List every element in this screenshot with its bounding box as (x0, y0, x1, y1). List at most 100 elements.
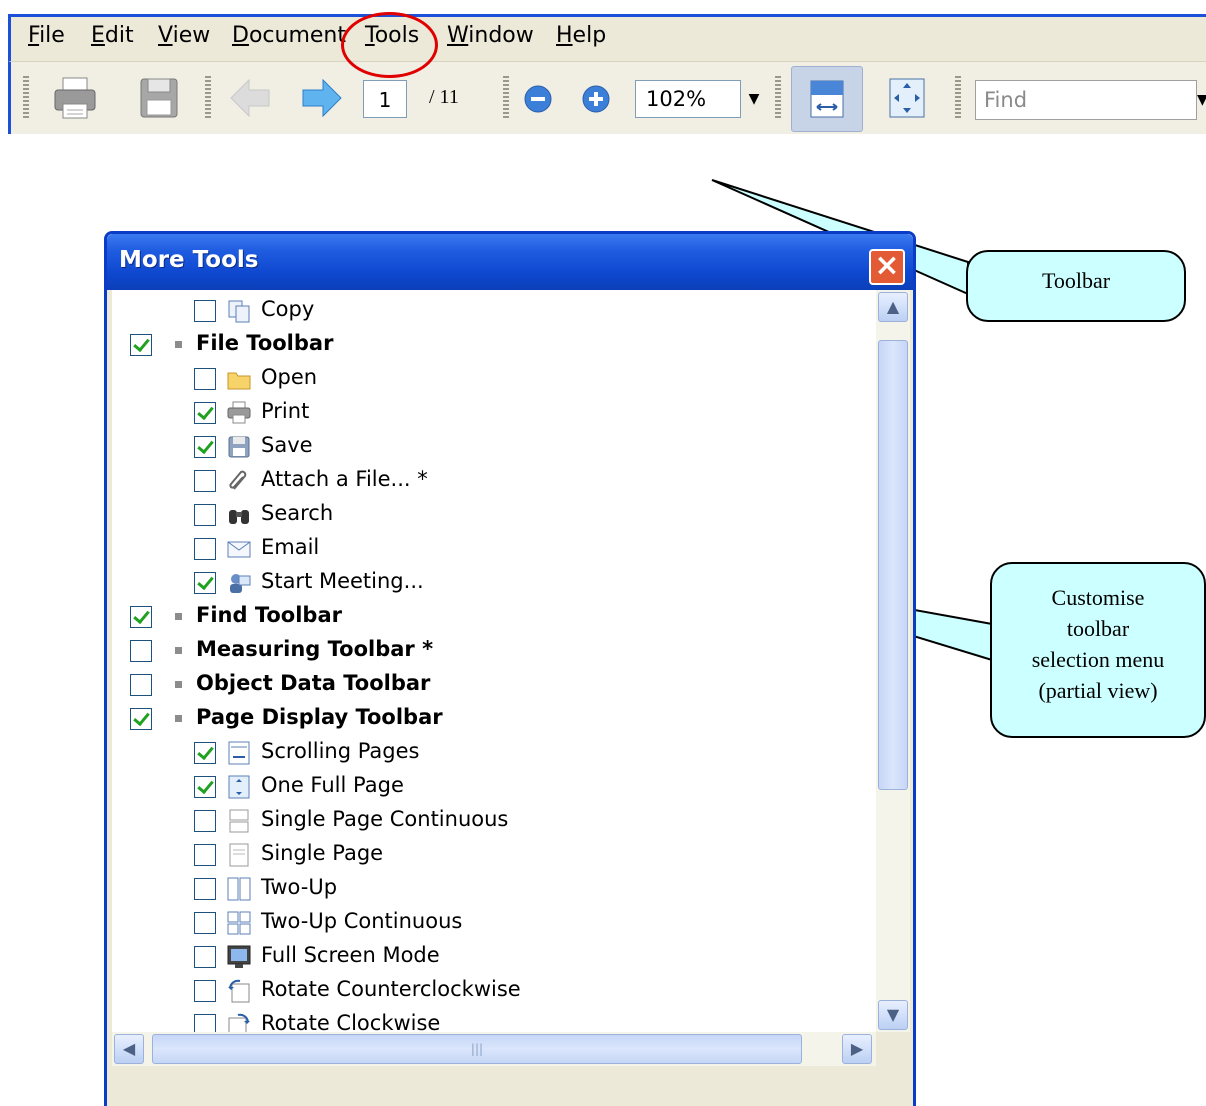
item-checkbox[interactable] (194, 912, 216, 934)
scrolling-pages-icon (228, 741, 250, 765)
square-bullet-icon (175, 613, 182, 620)
horizontal-scroll-thumb[interactable]: ||| (152, 1034, 802, 1064)
item-label: Two-Up Continuous (261, 909, 463, 933)
email-icon (227, 541, 251, 558)
list-item[interactable]: Object Data Toolbar (112, 668, 872, 702)
item-checkbox[interactable] (130, 334, 152, 356)
chevron-left-icon: ◀ (122, 1039, 136, 1058)
item-label: Rotate Clockwise (261, 1011, 441, 1032)
item-label: Single Page (261, 841, 384, 865)
list-item[interactable]: Start Meeting... (112, 566, 872, 600)
meeting-icon (230, 574, 251, 593)
customise-callout-line: (partial view) (1038, 678, 1158, 703)
item-label: Open (261, 365, 318, 389)
item-label: Print (261, 399, 310, 423)
dialog-title-bar[interactable]: More Tools × (107, 234, 913, 290)
item-label: Object Data Toolbar (196, 671, 431, 695)
list-item[interactable]: Two-Up (112, 872, 872, 906)
chevron-up-icon: ▲ (886, 297, 900, 316)
vertical-scroll-thumb[interactable] (878, 340, 908, 790)
item-checkbox[interactable] (194, 776, 216, 798)
item-checkbox[interactable] (194, 470, 216, 492)
vertical-scrollbar[interactable]: ▲ ▼ (876, 290, 910, 1032)
one-full-page-icon (228, 775, 250, 799)
square-bullet-icon (175, 715, 182, 722)
item-label: Search (261, 501, 334, 525)
item-label: Measuring Toolbar * (196, 637, 434, 661)
list-item[interactable]: Print (112, 396, 872, 430)
chevron-right-icon: ▶ (850, 1039, 864, 1058)
close-icon: × (874, 248, 900, 283)
list-item[interactable]: Single Page Continuous (112, 804, 872, 838)
item-checkbox[interactable] (194, 402, 216, 424)
size-grip (876, 1032, 910, 1066)
list-item[interactable]: Copy (112, 294, 872, 328)
item-label: File Toolbar (196, 331, 334, 355)
item-checkbox[interactable] (194, 810, 216, 832)
item-label: One Full Page (261, 773, 404, 797)
square-bullet-icon (175, 681, 182, 688)
item-checkbox[interactable] (194, 538, 216, 560)
dialog-title: More Tools (119, 247, 259, 273)
item-checkbox[interactable] (194, 368, 216, 390)
list-item[interactable]: Rotate Counterclockwise (112, 974, 872, 1008)
list-item[interactable]: Two-Up Continuous (112, 906, 872, 940)
toolbar-callout-text: Toolbar (1041, 268, 1111, 293)
scroll-down-button[interactable]: ▼ (878, 1000, 908, 1030)
toolbar-callout: Toolbar (966, 250, 1186, 322)
item-checkbox[interactable] (130, 708, 152, 730)
list-item[interactable]: Find Toolbar (112, 600, 872, 634)
item-label: Copy (261, 297, 315, 321)
item-checkbox[interactable] (194, 878, 216, 900)
item-label: Find Toolbar (196, 603, 342, 627)
list-item[interactable]: File Toolbar (112, 328, 872, 362)
item-checkbox[interactable] (194, 946, 216, 968)
list-item[interactable]: Save (112, 430, 872, 464)
item-checkbox[interactable] (194, 1014, 216, 1032)
list-item[interactable]: Single Page (112, 838, 872, 872)
customise-callout-line: selection menu (1031, 647, 1165, 672)
scroll-up-button[interactable]: ▲ (878, 292, 908, 322)
scroll-left-button[interactable]: ◀ (114, 1034, 144, 1064)
full-screen-icon (227, 945, 251, 968)
item-checkbox[interactable] (130, 640, 152, 662)
horizontal-scrollbar[interactable]: ◀ ||| ▶ (112, 1032, 876, 1066)
item-checkbox[interactable] (194, 436, 216, 458)
list-item[interactable]: Full Screen Mode (112, 940, 872, 974)
single-page-continuous-icon (229, 809, 249, 833)
list-item[interactable]: Open (112, 362, 872, 396)
list-item[interactable]: Page Display Toolbar (112, 702, 872, 736)
list-item[interactable]: Measuring Toolbar * (112, 634, 872, 668)
item-checkbox[interactable] (194, 300, 216, 322)
tools-list[interactable]: Copy File Toolbar Open Print Save Attach a Fi… (112, 290, 876, 1032)
binoculars-icon (229, 510, 249, 524)
rotate-cw-icon (228, 1013, 250, 1032)
item-checkbox[interactable] (194, 980, 216, 1002)
list-item[interactable]: One Full Page (112, 770, 872, 804)
close-button[interactable]: × (869, 249, 905, 285)
item-checkbox[interactable] (194, 742, 216, 764)
customise-callout: Customise toolbar selection menu (partia… (990, 562, 1206, 738)
square-bullet-icon (175, 341, 182, 348)
item-checkbox[interactable] (130, 606, 152, 628)
single-page-icon (229, 843, 249, 867)
item-checkbox[interactable] (194, 572, 216, 594)
item-checkbox[interactable] (130, 674, 152, 696)
list-item[interactable]: Attach a File... * (112, 464, 872, 498)
folder-icon (227, 372, 251, 390)
item-checkbox[interactable] (194, 844, 216, 866)
list-item[interactable]: Scrolling Pages (112, 736, 872, 770)
two-up-icon (227, 877, 251, 901)
item-label: Attach a File... * (261, 467, 428, 491)
list-item[interactable]: Search (112, 498, 872, 532)
item-label: Rotate Counterclockwise (261, 977, 521, 1001)
rotate-ccw-icon (228, 979, 250, 1003)
chevron-down-icon: ▼ (886, 1005, 900, 1024)
item-label: Full Screen Mode (261, 943, 440, 967)
list-item[interactable]: Email (112, 532, 872, 566)
scroll-right-button[interactable]: ▶ (842, 1034, 872, 1064)
list-item[interactable]: Rotate Clockwise (112, 1008, 872, 1032)
paperclip-icon (229, 470, 247, 490)
copy-icon (228, 300, 250, 323)
item-checkbox[interactable] (194, 504, 216, 526)
